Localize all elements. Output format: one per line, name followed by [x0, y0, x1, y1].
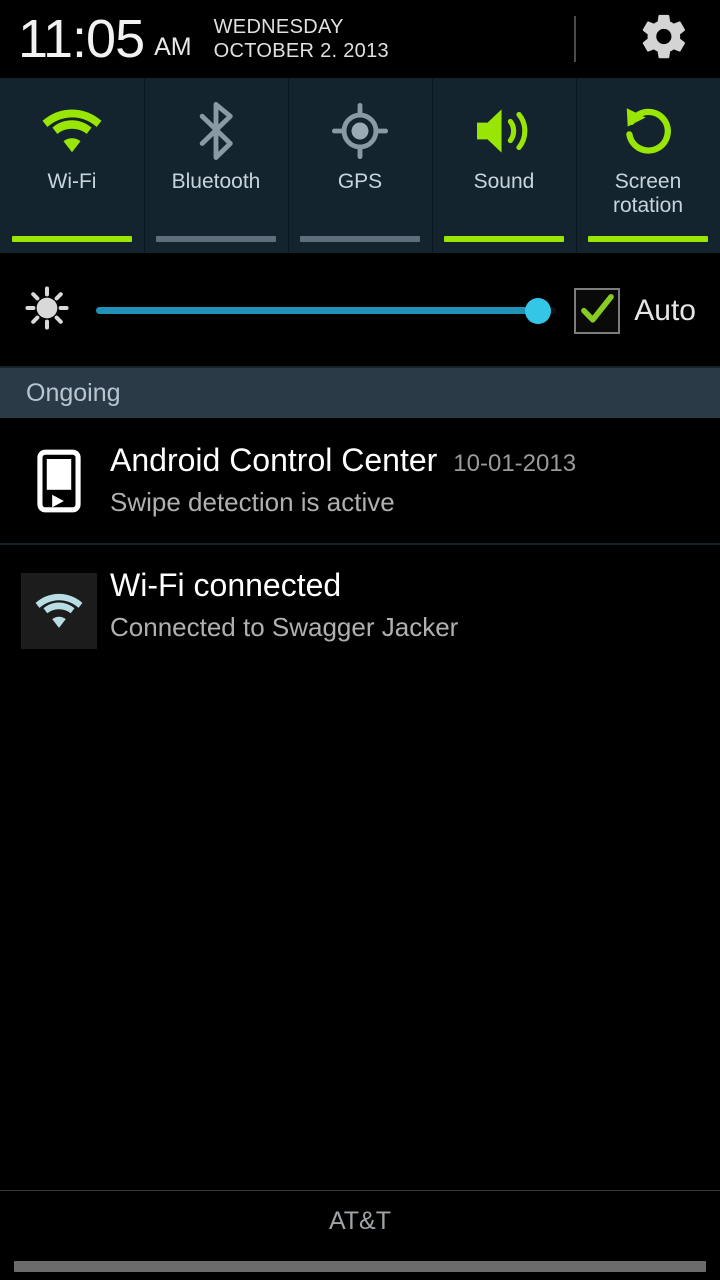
brightness-slider[interactable]: [96, 291, 557, 331]
notification-title-row: Wi-Fi connected: [110, 567, 700, 604]
date-day: WEDNESDAY: [213, 16, 344, 39]
section-header-label: Ongoing: [26, 378, 121, 407]
toggle-screen-rotation[interactable]: Screen rotation: [576, 78, 720, 253]
toggle-label-bluetooth: Bluetooth: [171, 170, 261, 193]
settings-button[interactable]: [638, 11, 690, 68]
brightness-row: Auto: [0, 253, 720, 368]
notification-body: Android Control Center 10-01-2013 Swipe …: [98, 442, 700, 518]
clock-ampm: AM: [154, 32, 192, 61]
notification-icon-wrap: [20, 442, 98, 514]
quick-settings-toggles: Wi-Fi Bluetooth GPS Sound Screen rotatio…: [0, 78, 720, 253]
notification-subtitle: Connected to Swagger Jacker: [110, 612, 459, 643]
screen-rotation-icon: [619, 100, 677, 162]
slider-thumb[interactable]: [524, 297, 551, 324]
clock-time: 11:05: [18, 9, 145, 69]
notification-list: Android Control Center 10-01-2013 Swipe …: [0, 418, 720, 671]
notification-row[interactable]: Android Control Center 10-01-2013 Swipe …: [0, 418, 720, 543]
section-header-ongoing: Ongoing: [0, 368, 720, 418]
notification-row[interactable]: Wi-Fi connected Connected to Swagger Jac…: [0, 543, 720, 671]
notification-title-row: Android Control Center 10-01-2013: [110, 442, 700, 479]
notification-icon-tile: [21, 573, 97, 649]
carrier-label: AT&T: [328, 1207, 392, 1235]
checkmark-icon: [581, 293, 615, 323]
toggle-underline-bluetooth: [156, 236, 276, 242]
status-bar: 11:05 AM WEDNESDAY OCTOBER 2. 2013: [0, 0, 720, 78]
notification-subtitle: Swipe detection is active: [110, 487, 395, 518]
toggle-underline-wifi: [12, 236, 132, 242]
bluetooth-icon: [193, 100, 239, 162]
empty-shade-area: [0, 671, 720, 1190]
drag-handle-bar[interactable]: [14, 1260, 706, 1272]
notification-time: 10-01-2013: [453, 450, 577, 477]
toggle-underline-sound: [444, 236, 564, 242]
date-block: WEDNESDAY OCTOBER 2. 2013: [214, 16, 389, 63]
speaker-volume-icon: [472, 100, 536, 162]
toggle-underline-screen-rotation: [588, 236, 708, 242]
wifi-connected-icon: [35, 593, 83, 628]
notification-title: Android Control Center: [110, 442, 438, 478]
phone-swipe-icon: [37, 449, 81, 513]
date-full: OCTOBER 2. 2013: [213, 40, 389, 62]
toggle-underline-gps: [300, 236, 420, 242]
wifi-icon: [38, 100, 106, 162]
toggle-wifi[interactable]: Wi-Fi: [0, 78, 144, 253]
auto-brightness-control[interactable]: Auto: [574, 287, 702, 334]
toggle-label-sound: Sound: [473, 170, 535, 193]
shade-drag-handle[interactable]: [0, 1252, 720, 1280]
toggle-label-gps: GPS: [337, 170, 383, 193]
toggle-gps[interactable]: GPS: [288, 78, 432, 253]
notification-shade: 11:05 AM WEDNESDAY OCTOBER 2. 2013 Wi-Fi: [0, 0, 720, 1280]
toggle-bluetooth[interactable]: Bluetooth: [144, 78, 288, 253]
slider-fill: [96, 307, 538, 314]
toggle-label-screen-rotation: Screen rotation: [612, 170, 684, 217]
gps-crosshair-icon: [331, 100, 389, 162]
toggle-sound[interactable]: Sound: [432, 78, 576, 253]
auto-brightness-checkbox[interactable]: [574, 287, 621, 334]
carrier-bar: AT&T: [0, 1190, 720, 1252]
auto-brightness-label: Auto: [634, 293, 696, 327]
notification-title: Wi-Fi connected: [110, 567, 342, 603]
notification-body: Wi-Fi connected Connected to Swagger Jac…: [98, 567, 700, 643]
status-divider: [574, 16, 576, 62]
brightness-sun-icon: [24, 285, 70, 336]
gear-icon: [642, 14, 685, 59]
notification-icon-wrap: [20, 567, 98, 649]
toggle-label-wifi: Wi-Fi: [47, 170, 97, 193]
